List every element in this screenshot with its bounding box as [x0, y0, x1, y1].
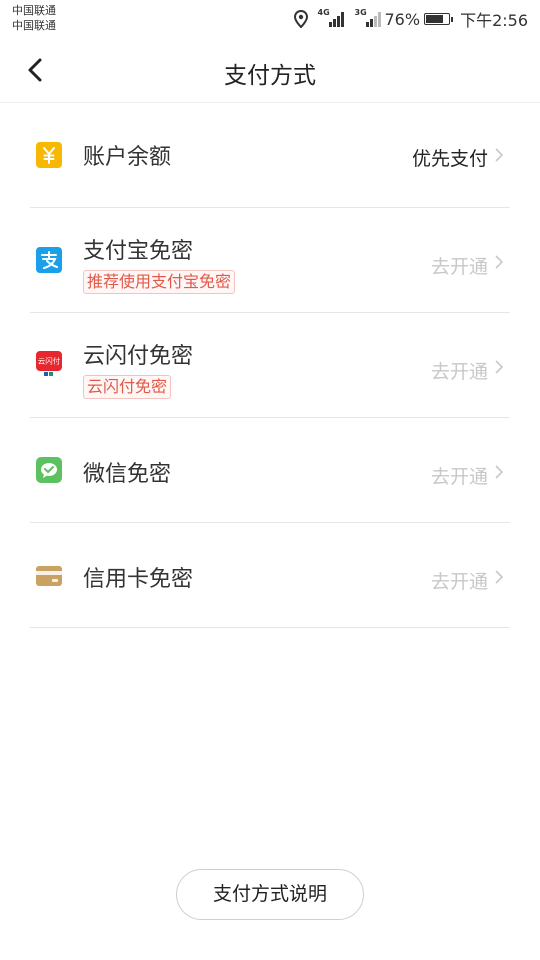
carrier-name-1: 中国联通 — [12, 4, 56, 17]
svg-text:云闪付: 云闪付 — [38, 356, 61, 366]
nav-header: 支付方式 — [0, 38, 540, 103]
signal-strength-icon-1: 4G — [317, 8, 344, 27]
credit-card-icon — [36, 566, 62, 586]
payment-method-title: 支付宝免密 — [83, 239, 194, 264]
yuan-icon — [36, 142, 62, 168]
battery-icon — [424, 13, 454, 25]
enable-button[interactable]: 去开通 — [431, 567, 488, 594]
payment-method-wechat[interactable]: 微信免密 去开通 — [30, 418, 510, 523]
payment-method-title: 信用卡免密 — [83, 567, 194, 592]
clock: 下午2:56 — [460, 11, 528, 30]
chevron-right-icon — [495, 148, 504, 162]
priority-pay-label[interactable]: 优先支付 — [412, 144, 488, 171]
payment-method-credit-card[interactable]: 信用卡免密 去开通 — [30, 523, 510, 628]
carrier-info: 中国联通 中国联通 — [12, 3, 56, 33]
enable-button[interactable]: 去开通 — [431, 357, 488, 384]
payment-method-alipay[interactable]: 支付宝免密 推荐使用支付宝免密 去开通 — [30, 208, 510, 313]
promo-tag: 云闪付免密 — [83, 375, 172, 399]
page-title: 支付方式 — [224, 63, 316, 89]
alipay-icon — [36, 247, 62, 273]
wechat-icon — [36, 457, 62, 483]
chevron-right-icon — [495, 255, 504, 269]
network-type-2: 3G — [354, 8, 367, 17]
chevron-right-icon — [495, 360, 504, 374]
chevron-right-icon — [495, 465, 504, 479]
enable-button[interactable]: 去开通 — [431, 252, 488, 279]
unionpay-cloud-icon: 云闪付 — [36, 351, 62, 376]
promo-tag: 推荐使用支付宝免密 — [83, 270, 236, 294]
battery-percent: 76% — [384, 9, 421, 29]
signal-strength-icon-2: 3G — [354, 8, 381, 27]
payment-method-title: 云闪付免密 — [83, 344, 194, 369]
network-type-1: 4G — [317, 8, 330, 17]
payment-method-title: 账户余额 — [83, 145, 172, 170]
payment-method-list: 账户余额 优先支付 支付宝免密 推荐使用支付宝免密 去开通 云闪付 云闪付免密 … — [30, 103, 510, 628]
status-bar: 中国联通 中国联通 4G 3G 76% 下午2:56 — [0, 0, 540, 38]
payment-methods-explanation-button[interactable]: 支付方式说明 — [176, 869, 364, 920]
carrier-name-2: 中国联通 — [12, 19, 56, 32]
enable-button[interactable]: 去开通 — [431, 462, 488, 489]
status-icons: 4G 3G 76% 下午2:56 — [293, 8, 528, 30]
payment-method-title: 微信免密 — [83, 462, 172, 487]
location-icon — [293, 10, 308, 28]
chevron-right-icon — [495, 570, 504, 584]
payment-method-balance[interactable]: 账户余额 优先支付 — [30, 103, 510, 208]
payment-method-unionpay[interactable]: 云闪付 云闪付免密 云闪付免密 去开通 — [30, 313, 510, 418]
